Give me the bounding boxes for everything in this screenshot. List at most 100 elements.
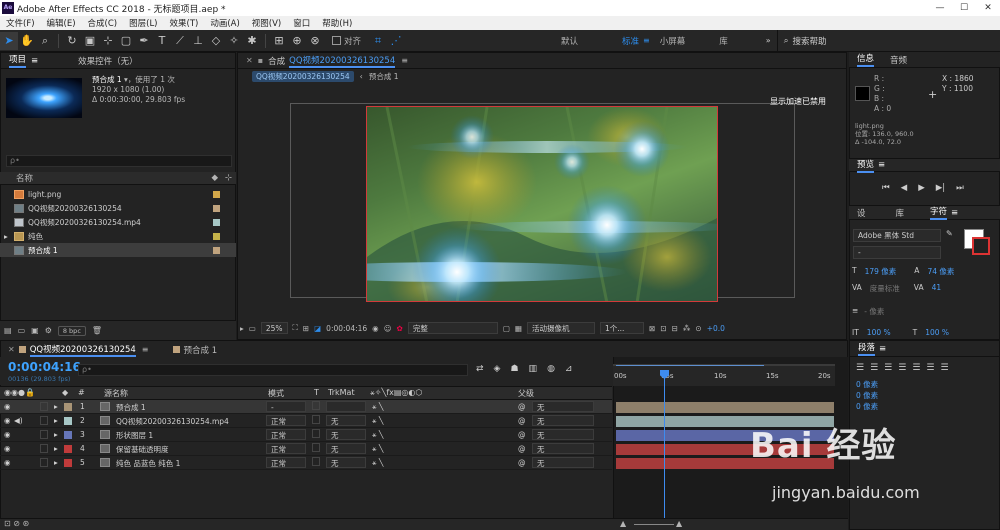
lock-toggle[interactable] xyxy=(40,416,48,425)
layer-label-swatch[interactable] xyxy=(64,431,72,439)
visibility-eye-icon[interactable]: ◉ xyxy=(4,430,11,439)
track-matte-dropdown[interactable]: 无 xyxy=(326,457,366,468)
tab-paragraph[interactable]: 段落 ≡ xyxy=(850,341,894,357)
camera-dropdown[interactable]: 活动摄像机 xyxy=(527,322,596,334)
bit-depth-button[interactable]: 8 bpc xyxy=(57,325,86,336)
pick-whip-icon[interactable]: @ xyxy=(518,402,526,411)
transparency-grid-icon[interactable]: ▦ xyxy=(515,324,522,333)
interpret-footage-icon[interactable]: ▤ xyxy=(4,326,12,335)
show-snapshot-icon[interactable]: ☺ xyxy=(384,324,392,333)
zoom-slider[interactable] xyxy=(634,524,674,525)
type-column-icon[interactable]: ⊹ xyxy=(225,173,232,183)
project-item[interactable]: QQ视频20200326130254 xyxy=(0,201,236,215)
blend-mode-dropdown[interactable]: 正常 xyxy=(266,457,306,468)
project-search-input[interactable]: ρ• xyxy=(6,155,232,167)
shy-layers-icon[interactable]: ☗ xyxy=(510,364,518,374)
expand-arrow-icon[interactable]: ▸ xyxy=(4,232,8,241)
mode-header[interactable]: 模式 xyxy=(268,388,284,399)
delete-icon[interactable]: 🗑 xyxy=(92,326,102,335)
snap-icon[interactable]: ⌗ xyxy=(369,32,387,50)
align-center-icon[interactable]: ☰ xyxy=(870,363,878,373)
views-dropdown[interactable]: 1个... xyxy=(600,322,645,334)
layer-label-swatch[interactable] xyxy=(64,403,72,411)
font-size-value[interactable]: 179 像素 xyxy=(865,266,897,277)
blend-mode-dropdown[interactable]: - xyxy=(266,401,306,412)
menu-effect[interactable]: 效果(T) xyxy=(164,17,205,29)
align-right-icon[interactable]: ☰ xyxy=(884,363,892,373)
selection-tool-icon[interactable]: ➤ xyxy=(0,31,18,50)
tab-project[interactable]: 项目 ≡ xyxy=(1,53,46,69)
leading-value[interactable]: 74 像素 xyxy=(927,266,954,277)
tab-character[interactable]: 字符 ≡ xyxy=(922,205,966,221)
pen-tool-icon[interactable]: ✒ xyxy=(135,32,153,50)
graph-editor-icon[interactable]: ⊿ xyxy=(565,364,573,374)
workspace-standard[interactable]: 标准 xyxy=(622,35,639,47)
expand-arrow-icon[interactable]: ▸ xyxy=(54,430,58,439)
stroke-width-value[interactable]: - 像素 xyxy=(864,306,884,317)
layer-name[interactable]: 纯色 品蓝色 纯色 1 xyxy=(116,458,180,469)
close-tab-icon[interactable]: ✕ xyxy=(8,345,15,354)
project-item[interactable]: light.png xyxy=(0,187,236,201)
parent-dropdown[interactable]: 无 xyxy=(532,457,594,468)
motion-blur-icon[interactable]: ◍ xyxy=(547,364,555,374)
parent-dropdown[interactable]: 无 xyxy=(532,415,594,426)
maximize-button[interactable]: ☐ xyxy=(952,0,976,16)
preserve-transparency-toggle[interactable] xyxy=(312,401,320,410)
frame-blending-icon[interactable]: ▥ xyxy=(529,364,538,374)
indent-first-value[interactable]: 0 像素 xyxy=(856,401,993,412)
close-tab-icon[interactable]: ✕ xyxy=(246,56,253,65)
prev-frame-icon[interactable]: ◀ xyxy=(901,183,908,193)
justify-right-icon[interactable]: ☰ xyxy=(926,363,934,373)
first-frame-icon[interactable]: ⏮ xyxy=(882,183,890,193)
panel-menu-icon[interactable]: ≡ xyxy=(401,56,408,65)
layer-name[interactable]: 形状图层 1 xyxy=(116,430,153,441)
timeline-tab-main[interactable]: QQ视频20200326130254 xyxy=(29,343,136,357)
timeline-timecode[interactable]: 0:00:04:16 xyxy=(8,360,81,374)
panel-menu-icon[interactable]: ≡ xyxy=(142,345,149,354)
workspace-library[interactable]: 库 xyxy=(719,35,728,47)
local-axis-icon[interactable]: ⊞ xyxy=(270,32,288,50)
track-matte-dropdown[interactable]: 无 xyxy=(326,443,366,454)
eraser-tool-icon[interactable]: ◇ xyxy=(207,32,225,50)
world-axis-icon[interactable]: ⊕ xyxy=(288,32,306,50)
expand-arrow-icon[interactable]: ▸ xyxy=(54,444,58,453)
last-frame-icon[interactable]: ⏭ xyxy=(956,183,964,193)
layer-switches-icon[interactable]: ⚹ ╲ xyxy=(372,402,383,412)
pan-behind-tool-icon[interactable]: ⊹ xyxy=(99,32,117,50)
track-matte-dropdown[interactable] xyxy=(326,401,366,412)
preserve-transparency-toggle[interactable] xyxy=(312,415,320,424)
visibility-eye-icon[interactable]: ◉ xyxy=(4,458,11,467)
pick-whip-icon[interactable]: @ xyxy=(518,444,526,453)
grid-icon[interactable]: ⊞ xyxy=(303,324,309,333)
kerning-value[interactable]: 度量标准 xyxy=(870,283,900,294)
space-before-value[interactable]: 0 像素 xyxy=(856,390,993,401)
menu-file[interactable]: 文件(F) xyxy=(0,17,41,29)
layer-switches-icon[interactable]: ⚹ ╲ xyxy=(372,416,383,426)
layer-label-swatch[interactable] xyxy=(64,459,72,467)
parent-dropdown[interactable]: 无 xyxy=(532,443,594,454)
fit-icon[interactable]: ⛶ xyxy=(293,323,298,333)
zoom-in-icon[interactable]: ▲ xyxy=(676,519,682,528)
workspace-default[interactable]: 默认 xyxy=(561,35,578,47)
indent-left-value[interactable]: 0 像素 xyxy=(856,379,993,390)
stroke-color-swatch[interactable] xyxy=(972,237,990,255)
brush-tool-icon[interactable]: ⟋ xyxy=(171,32,189,50)
layer-name[interactable]: 保留基础透明度 xyxy=(116,444,169,455)
preserve-transparency-toggle[interactable] xyxy=(312,443,320,452)
new-folder-icon[interactable]: ▭ xyxy=(18,326,26,335)
timeline-icon[interactable]: ⊟ xyxy=(672,324,678,333)
label-column-icon[interactable]: ◆ xyxy=(211,173,218,183)
toggle-switches-icon[interactable]: ⊡ ⊘ ⊛ xyxy=(4,519,29,528)
mask-icon[interactable]: ◪ xyxy=(314,324,321,333)
zoom-dropdown[interactable]: 25% xyxy=(260,322,288,334)
layer-row[interactable]: ◉ ▸ 3 形状图层 1 正常 无 ⚹ ╲ @ 无 xyxy=(0,428,612,442)
workspace-menu-icon[interactable]: ≡ xyxy=(643,36,650,45)
source-name-header[interactable]: 源名称 xyxy=(104,388,128,399)
track-matte-dropdown[interactable]: 无 xyxy=(326,415,366,426)
timeline-tab-precomp[interactable]: 预合成 1 xyxy=(184,344,218,356)
layer-switches-icon[interactable]: ⚹ ╲ xyxy=(372,458,383,468)
parent-dropdown[interactable]: 无 xyxy=(532,401,594,412)
layer-row[interactable]: ◉ ◀) ▸ 2 QQ视频20200326130254.mp4 正常 无 ⚹ ╲ @ 无 xyxy=(0,414,612,428)
horizontal-scale-value[interactable]: 100 % xyxy=(925,328,949,337)
blend-mode-dropdown[interactable]: 正常 xyxy=(266,415,306,426)
